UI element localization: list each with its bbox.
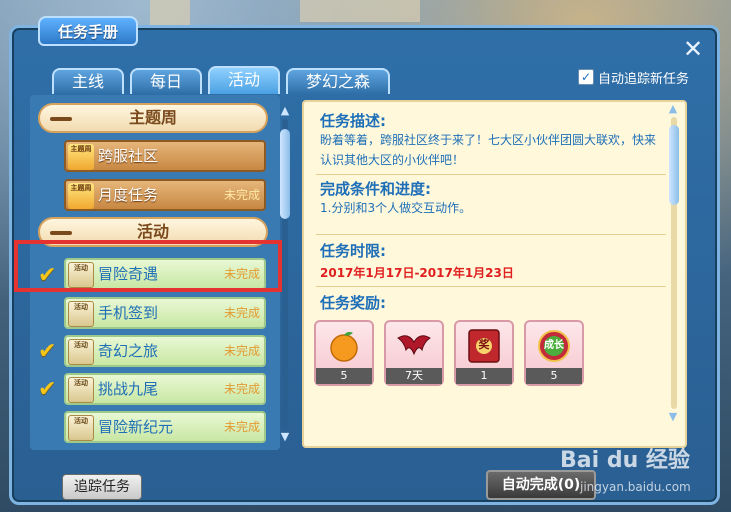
tracked-check-icon: ✔ <box>38 377 57 402</box>
quest-name: 手机签到 <box>98 304 159 322</box>
quest-status: 未完成 <box>223 420 260 434</box>
close-icon[interactable]: ✕ <box>680 36 706 62</box>
quest-detail-panel: 任务描述: 盼着等着，跨服社区终于来了！七大区小伙伴团圆大联欢，快来认识其他大区… <box>302 100 687 448</box>
orange-fruit-icon <box>330 331 358 362</box>
quest-name: 奇幻之旅 <box>98 342 159 360</box>
time-limit-heading: 任务时限: <box>320 242 386 260</box>
auto-track-checkbox[interactable]: ✓ <box>578 69 594 85</box>
rewards-heading: 任务奖励: <box>320 294 386 312</box>
activity-scroll-icon: 活动 <box>68 377 94 403</box>
reward-slot[interactable]: 5 <box>314 320 374 386</box>
track-quest-button[interactable]: 追踪任务 <box>62 474 142 500</box>
tab-activity[interactable]: 活动 <box>208 66 281 94</box>
tab-daily[interactable]: 每日 <box>130 68 203 94</box>
scroll-track[interactable] <box>280 119 290 429</box>
scroll-down-icon[interactable]: ▼ <box>279 431 291 443</box>
activity-scroll-icon: 活动 <box>68 415 94 441</box>
quest-tabs: 主线 每日 活动 梦幻之森 <box>52 66 391 94</box>
quest-item[interactable]: 主题周 跨服社区 <box>64 140 266 172</box>
time-limit-text: 2017年1月17日-2017年1月23日 <box>320 266 514 280</box>
conditions-text: 1.分别和3个人做交互动作。 <box>320 201 472 215</box>
castle-tower <box>300 0 420 22</box>
quest-list-scrollbar[interactable]: ▲ ▼ <box>279 105 291 445</box>
tracked-check-icon: ✔ <box>38 339 57 364</box>
scroll-up-icon[interactable]: ▲ <box>279 105 291 117</box>
quest-status: 未完成 <box>223 188 260 202</box>
category-theme-week[interactable]: 主题周 <box>38 103 268 133</box>
reward-count: 7天 <box>386 368 442 384</box>
quest-name: 跨服社区 <box>98 147 159 165</box>
divider <box>316 286 666 287</box>
divider <box>316 234 666 235</box>
scroll-thumb[interactable] <box>669 125 679 205</box>
reward-count: 5 <box>526 368 582 384</box>
red-wings-icon <box>397 335 431 356</box>
divider <box>316 174 666 175</box>
activity-scroll-icon: 活动 <box>68 339 94 365</box>
watermark-url: jingyan.baidu.com <box>580 480 691 494</box>
reward-slot[interactable]: 成长 5 <box>524 320 584 386</box>
quest-item[interactable]: 活动 奇幻之旅 未完成 <box>64 335 266 367</box>
quest-status: 未完成 <box>223 306 260 320</box>
quest-item[interactable]: 活动 手机签到 未完成 <box>64 297 266 329</box>
scroll-up-icon[interactable]: ▲ <box>667 103 679 115</box>
auto-track-toggle[interactable]: ✓ 自动追踪新任务 <box>578 68 690 87</box>
auto-track-label: 自动追踪新任务 <box>598 71 690 87</box>
tab-dream-forest[interactable]: 梦幻之森 <box>286 68 391 94</box>
reward-card-label: 奖 <box>478 338 490 351</box>
reward-slot[interactable]: 奖 1 <box>454 320 514 386</box>
detail-scrollbar[interactable]: ▲ ▼ <box>667 103 681 425</box>
quest-status: 未完成 <box>223 382 260 396</box>
theme-week-icon: 主题周 <box>68 144 94 170</box>
baidu-watermark: Bai du 经验 <box>560 448 690 473</box>
quest-item[interactable]: 活动 冒险新纪元 未完成 <box>64 411 266 443</box>
scroll-track[interactable] <box>669 117 679 409</box>
quest-name: 挑战九尾 <box>98 380 159 398</box>
category-label: 主题周 <box>128 108 177 127</box>
reward-count: 1 <box>456 368 512 384</box>
description-text: 盼着等着，跨服社区终于来了！七大区小伙伴团圆大联欢，快来认识其他大区的小伙伴吧！ <box>320 133 657 167</box>
reward-count: 5 <box>316 368 372 384</box>
reward-slot[interactable]: 7天 <box>384 320 444 386</box>
quest-status: 未完成 <box>223 344 260 358</box>
theme-week-icon: 主题周 <box>68 183 94 209</box>
quest-name: 冒险新纪元 <box>98 418 174 436</box>
reward-badge-label: 成长 <box>544 340 564 351</box>
quest-item[interactable]: 活动 挑战九尾 未完成 <box>64 373 266 405</box>
tab-main[interactable]: 主线 <box>52 68 125 94</box>
selection-highlight-box <box>14 240 282 292</box>
quest-name: 月度任务 <box>98 186 159 204</box>
activity-scroll-icon: 活动 <box>68 301 94 327</box>
conditions-heading: 完成条件和进度: <box>320 180 431 198</box>
window-title: 任务手册 <box>38 16 138 46</box>
scroll-down-icon[interactable]: ▼ <box>667 411 679 423</box>
description-heading: 任务描述: <box>320 112 386 130</box>
quest-item[interactable]: 主题周 月度任务 未完成 <box>64 179 266 211</box>
scroll-thumb[interactable] <box>280 129 290 219</box>
